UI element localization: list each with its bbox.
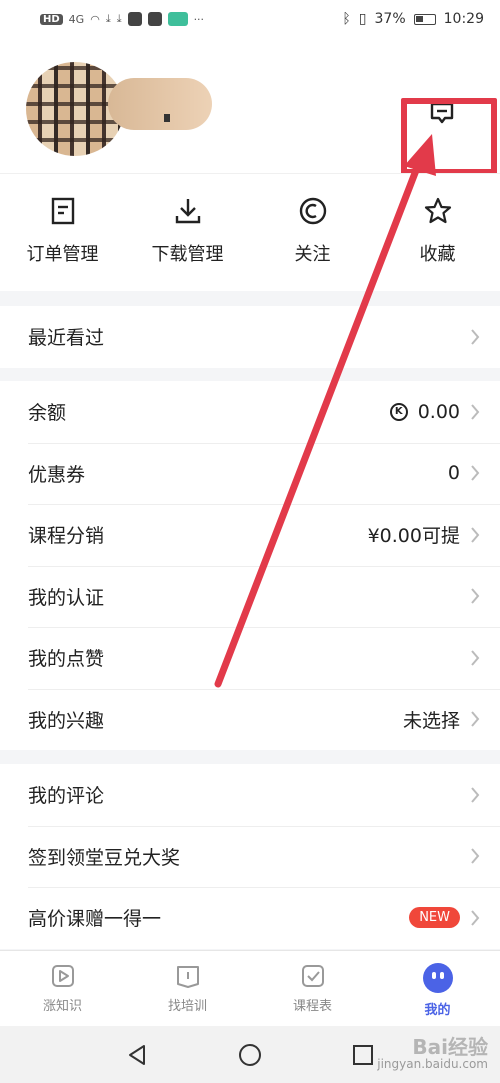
chevron-right-icon [471,588,480,604]
annotation-highlight-box [401,98,497,175]
vibrate-icon: ▯ [358,11,367,27]
row-label: 签到领堂豆兑大奖 [28,846,181,869]
row-comments[interactable]: 我的评论 [0,764,500,826]
eye-icon [299,197,326,225]
coin-icon: K [389,402,408,421]
quick-download-label: 下载管理 [151,244,224,265]
battery-icon [413,13,436,25]
quick-order-label: 订单管理 [26,244,99,265]
quick-order[interactable]: 订单管理 [0,174,125,291]
profile-header [0,38,500,175]
chevron-right-icon [471,650,480,666]
chevron-right-icon [471,910,480,926]
row-value: ¥0.00可提 [367,525,460,548]
play-square-icon [51,965,74,987]
row-course-distribution[interactable]: 课程分销 ¥0.00可提 [0,504,500,566]
face-icon [422,963,453,993]
chevron-right-icon [471,848,480,864]
username-redacted[interactable] [108,78,212,130]
row-interests[interactable]: 我的兴趣 未选择 [0,688,500,751]
watermark-url: jingyan.baidu.com [377,1057,488,1071]
row-recently-viewed[interactable]: 最近看过 [0,306,500,368]
battery-percent: 37% [374,11,406,27]
hd-badge: HD [40,13,63,25]
order-icon [51,197,74,225]
quick-actions: 订单管理 下载管理 关注 收藏 [0,173,500,291]
app-icon [167,12,188,26]
tab-label: 课程表 [292,999,332,1014]
status-bar: HD 4G ◠ ⤓ ⤓ ··· ᛒ ▯ 37% 10:29 [0,0,500,38]
row-label: 我的评论 [28,785,105,808]
status-left: HD 4G ◠ ⤓ ⤓ ··· [40,12,204,26]
checklist-icon [301,965,324,987]
row-label: 优惠券 [28,463,86,486]
section-recent: 最近看过 [0,306,500,368]
watermark-title: Bai经验 [412,1035,488,1059]
chevron-right-icon [471,527,480,543]
row-label: 我的点赞 [28,648,105,671]
quick-download[interactable]: 下载管理 [125,174,250,291]
more-notifications: ··· [193,12,205,26]
row-premium-course-gift[interactable]: 高价课赠一得一 NEW [0,887,500,949]
back-icon[interactable] [126,1044,148,1066]
book-icon [176,966,199,988]
bottom-tab-bar: 涨知识 找培训 课程表 我的 [0,950,500,1026]
row-label: 我的兴趣 [28,709,105,732]
tab-schedule[interactable]: 课程表 [250,951,375,1026]
quick-follow-label: 关注 [294,244,331,265]
tab-label: 涨知识 [42,999,82,1014]
row-checkin-reward[interactable]: 签到领堂豆兑大奖 [0,825,500,888]
quick-favorite-label: 收藏 [419,244,456,265]
tab-label: 我的 [424,1003,451,1018]
clock: 10:29 [443,11,484,27]
row-certification[interactable]: 我的认证 [0,565,500,628]
row-balance[interactable]: 余额 K 0.00 [0,381,500,443]
row-value: 未选择 [402,709,460,732]
download-icon [175,199,200,224]
download-status-icon: ⤓ [105,12,111,25]
row-label: 高价课赠一得一 [28,908,162,931]
bluetooth-icon: ᛒ [342,11,351,27]
tab-knowledge[interactable]: 涨知识 [0,951,125,1026]
row-likes[interactable]: 我的点赞 [0,627,500,689]
signal-indicator: 4G [68,12,85,26]
status-right: ᛒ ▯ 37% 10:29 [342,11,484,27]
wifi-icon: ◠ [90,12,100,26]
chevron-right-icon [471,404,480,420]
download-status-icon: ⤓ [116,12,122,25]
chevron-right-icon [471,329,480,345]
quick-favorite[interactable]: 收藏 [375,174,500,291]
new-badge: NEW [409,907,460,929]
tab-mine[interactable]: 我的 [375,951,500,1026]
section-more: 我的评论 签到领堂豆兑大奖 高价课赠一得一 NEW [0,764,500,949]
row-label: 课程分销 [28,525,105,548]
row-label: 余额 [28,402,67,425]
home-icon[interactable] [238,1043,262,1067]
qq-icon [127,12,142,26]
section-account: 余额 K 0.00 优惠券 0 课程分销 ¥0.00可提 我的认证 我的点赞 我… [0,381,500,750]
row-label: 我的认证 [28,586,105,609]
row-label: 最近看过 [28,327,105,350]
recents-icon[interactable] [352,1044,374,1066]
star-icon [424,197,451,224]
row-value: 0 [447,462,460,485]
baidu-watermark: Bai经验 jingyan.baidu.com [377,1036,488,1071]
chevron-right-icon [471,465,480,481]
tab-training[interactable]: 找培训 [125,951,250,1026]
chevron-right-icon [471,711,480,727]
row-coupon[interactable]: 优惠券 0 [0,442,500,505]
row-value: 0.00 [417,400,460,423]
quick-follow[interactable]: 关注 [250,174,375,291]
tab-label: 找培训 [167,999,207,1014]
chevron-right-icon [471,787,480,803]
app-icon [147,12,162,26]
